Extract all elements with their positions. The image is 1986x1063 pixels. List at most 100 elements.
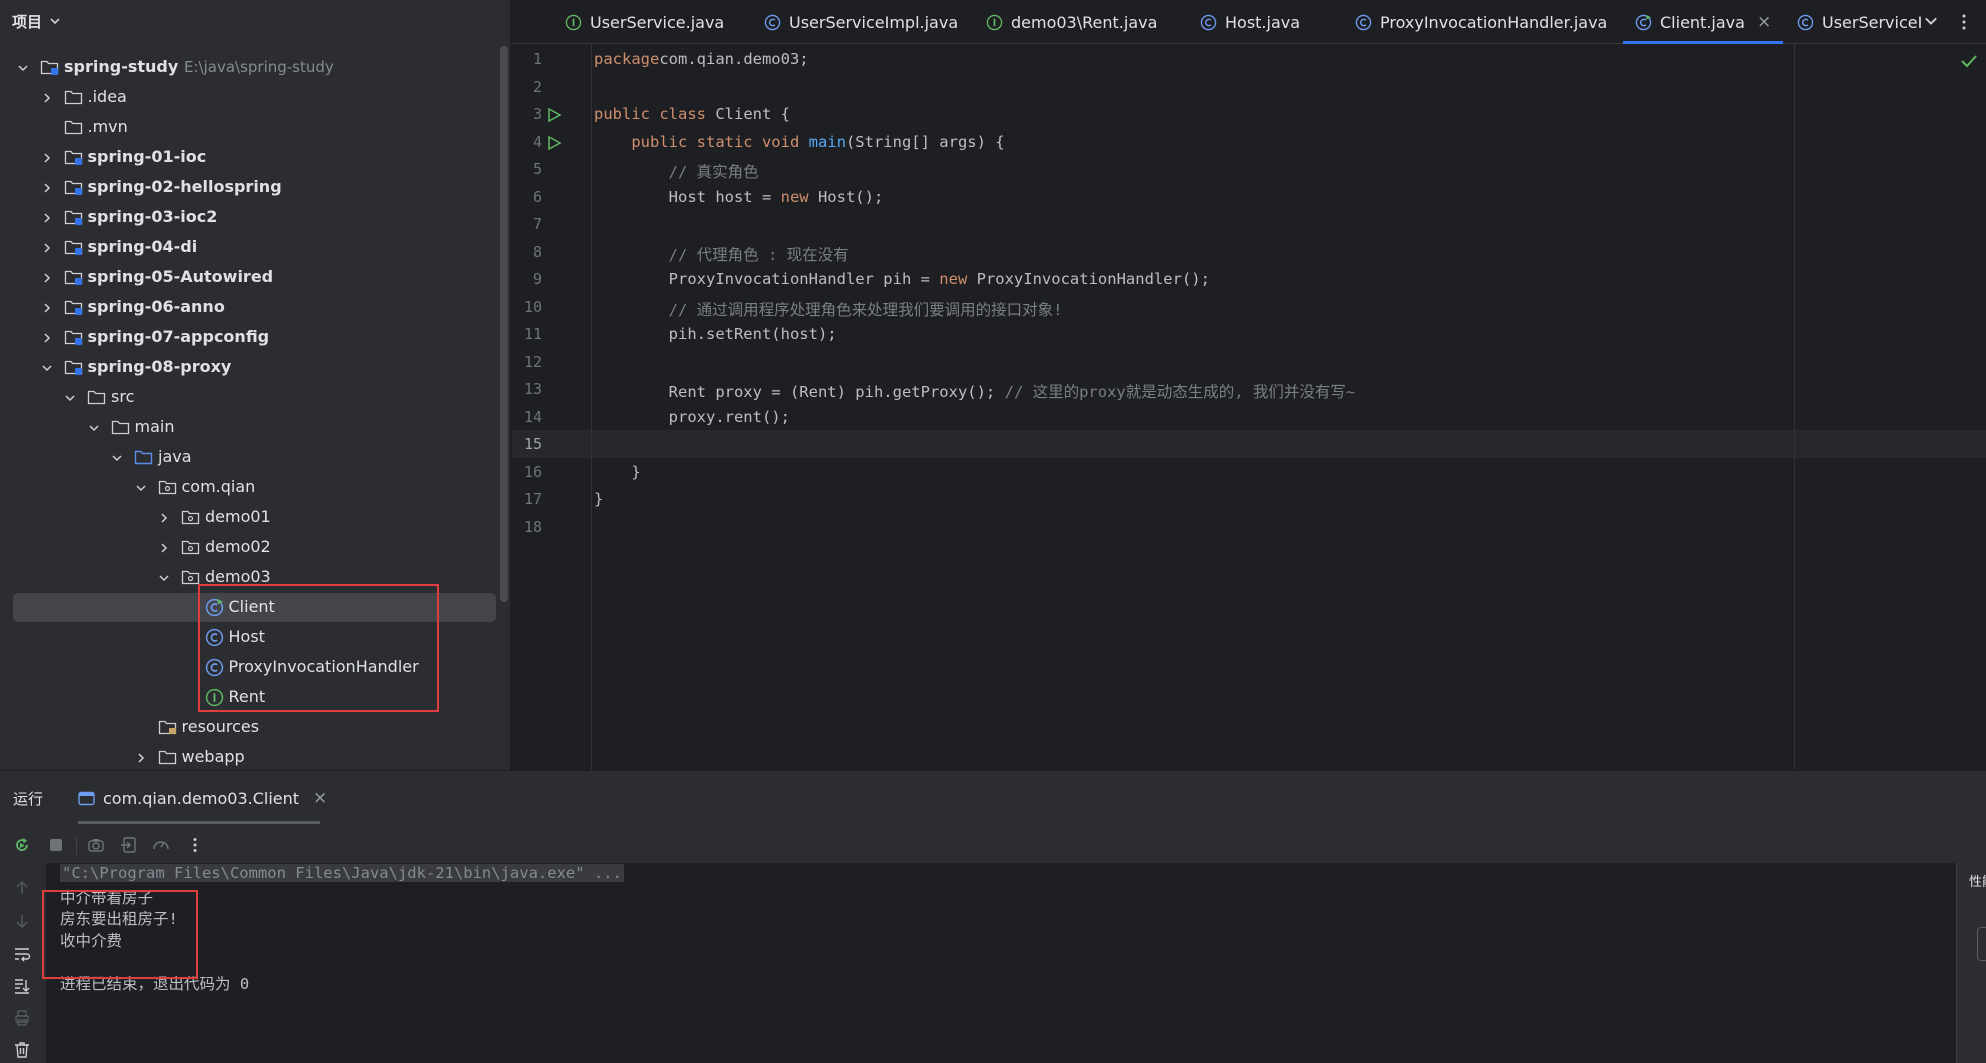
code-token: // 这里的proxy就是动态生成的, 我们并没有写~ [1004,383,1356,401]
camera-icon[interactable] [87,836,105,854]
trash-icon[interactable] [13,1041,31,1059]
tree-node[interactable]: resources [0,712,510,742]
tree-node[interactable]: src [0,382,510,412]
run-gutter-icon[interactable] [546,107,562,123]
tree-node[interactable]: spring-study E:\java\spring-study [0,52,510,82]
tree-node[interactable]: spring-01-ioc [0,142,510,172]
tree-node[interactable]: java [0,442,510,472]
editor-tab[interactable]: Client.java × [1623,0,1784,44]
performance-label[interactable]: 性能 [1969,871,1986,890]
tree-node[interactable]: spring-05-Autowired [0,262,510,292]
editor-tab[interactable]: UserServiceImpl.java [752,0,970,44]
chevron-down-icon[interactable] [87,420,101,434]
run-console-output[interactable]: "C:\Program Files\Common Files\Java\jdk-… [46,863,1956,1063]
soft-wrap-icon[interactable] [13,945,31,963]
code-editor[interactable]: UserService.java UserServiceImpl.java demo… [512,0,1986,770]
chevron-right-icon[interactable] [40,330,54,344]
tree-node[interactable]: .mvn [0,112,510,142]
run-header: 运行 com.qian.demo03.Client × [0,771,1986,825]
editor-tab[interactable]: UserServiceI [1785,0,1934,44]
tree-node[interactable]: com.qian [0,472,510,502]
line-number: 2 [532,77,542,96]
tree-node-label: .mvn [87,117,128,136]
tree-node-label: spring-06-anno [87,297,225,316]
chevron-down-icon[interactable] [1922,12,1940,30]
chevron-right-icon[interactable] [40,180,54,194]
tree-node[interactable]: Client [0,592,510,622]
chevron-down-icon[interactable] [40,360,54,374]
more-options-icon[interactable] [1956,12,1972,32]
chevron-down-icon[interactable] [110,450,124,464]
editor-tab[interactable]: ProxyInvocationHandler.java [1343,0,1619,44]
tree-node-label: demo02 [205,537,271,556]
tree-node[interactable]: demo03 [0,562,510,592]
arrow-down-icon[interactable] [13,912,31,930]
tree-node[interactable]: Host [0,622,510,652]
line-number-gutter[interactable]: 1 2 3 4 5 6 7 8 9 10 11 12 13 14 15 16 17 18 [512,44,592,770]
editor-tab[interactable]: demo03\Rent.java [974,0,1169,44]
print-icon[interactable] [13,1009,31,1027]
chevron-right-icon[interactable] [40,210,54,224]
chevron-down-icon[interactable] [63,390,77,404]
chevron-down-icon[interactable] [157,570,171,584]
run-tool-window: 运行 com.qian.demo03.Client × "C:\Program … [0,770,1986,1063]
tree-node[interactable]: spring-06-anno [0,292,510,322]
module-folder-icon [64,178,83,196]
project-scrollbar[interactable] [500,46,508,602]
editor-tab-label: UserServiceI [1822,12,1923,32]
code-line: Host host = new Host(); [594,187,884,206]
chevron-right-icon[interactable] [40,300,54,314]
project-title: 项目 [12,12,43,31]
chevron-right-icon[interactable] [40,150,54,164]
line-number: 1 [532,50,542,68]
editor-tab[interactable]: UserService.java [553,0,736,44]
close-icon[interactable]: × [313,788,327,808]
stop-icon[interactable] [47,836,65,854]
arrow-up-icon[interactable] [13,879,31,897]
chevron-right-icon[interactable] [134,750,148,764]
tree-node[interactable]: spring-04-di [0,232,510,262]
tree-node[interactable]: demo02 [0,532,510,562]
chevron-down-icon[interactable] [134,480,148,494]
runnable-class-icon [1635,14,1652,31]
import-icon[interactable] [120,836,138,854]
profiler-icon[interactable] [152,836,170,854]
module-folder-icon [64,238,83,256]
code-token: Rent proxy = (Rent) pih.getProxy(); [594,383,1005,401]
project-header[interactable]: 项目 [0,0,510,42]
scroll-to-end-icon[interactable] [13,977,31,995]
code-line: // 通过调用程序处理角色来处理我们要调用的接口对象! [594,298,1063,320]
no-problems-check-icon[interactable] [1960,53,1978,69]
tree-node[interactable]: webapp [0,742,510,770]
chevron-right-icon[interactable] [40,240,54,254]
chevron-down-icon[interactable] [16,60,30,74]
chevron-right-icon[interactable] [157,540,171,554]
right-strip-widget[interactable] [1977,927,1986,961]
chevron-right-icon[interactable] [40,270,54,284]
tree-node[interactable]: Rent [0,682,510,712]
chevron-right-icon[interactable] [157,510,171,524]
module-folder-icon [64,298,83,316]
tree-node[interactable]: main [0,412,510,442]
code-token: Host host = [594,187,781,206]
run-gutter-icon[interactable] [546,135,562,151]
class-icon [764,14,781,31]
rerun-icon[interactable] [13,836,31,854]
editor-tab[interactable]: Host.java [1188,0,1312,44]
tree-node[interactable]: spring-08-proxy [0,352,510,382]
chevron-down-icon[interactable] [48,14,62,28]
code-line: ProxyInvocationHandler pih = new ProxyIn… [594,270,1210,288]
tree-node[interactable]: spring-02-hellospring [0,172,510,202]
chevron-right-icon[interactable] [40,90,54,104]
tree-node[interactable]: ProxyInvocationHandler [0,652,510,682]
more-options-icon[interactable] [186,836,204,854]
tree-node[interactable]: demo01 [0,502,510,532]
code-token: } [594,490,604,508]
tree-node[interactable]: spring-07-appconfig [0,322,510,352]
tree-node[interactable]: spring-03-ioc2 [0,202,510,232]
folder-icon [87,388,106,406]
run-config-tab[interactable]: com.qian.demo03.Client × [78,783,327,813]
close-icon[interactable]: × [1757,12,1771,32]
tree-node[interactable]: .idea [0,82,510,112]
